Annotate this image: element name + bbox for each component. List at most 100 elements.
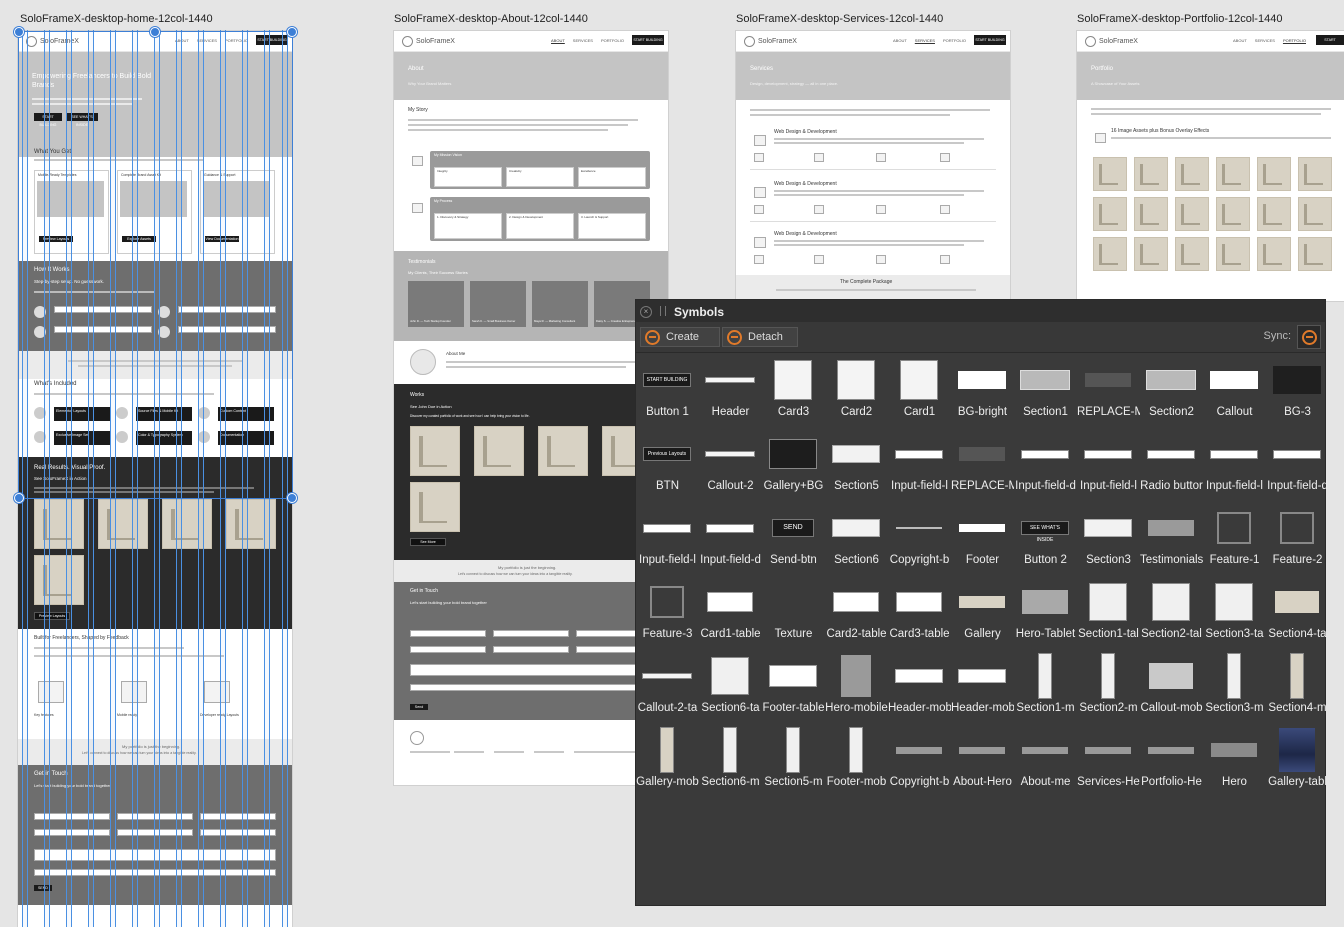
- symbol-item[interactable]: Callout: [1203, 354, 1266, 428]
- privacy-field[interactable]: [34, 869, 276, 876]
- close-icon[interactable]: ×: [640, 306, 652, 318]
- symbol-item[interactable]: Footer: [951, 502, 1014, 576]
- portfolio-logo[interactable]: SoloFrameX: [1085, 36, 1138, 47]
- drag-handle-icon[interactable]: [660, 306, 666, 316]
- send-button[interactable]: Send: [410, 704, 428, 710]
- artboard-title-portfolio[interactable]: SoloFrameX-desktop-Portfolio-12col-1440: [1077, 13, 1282, 25]
- artboard-about[interactable]: SoloFrameX ABOUT SERVICES PORTFOLIO STAR…: [394, 31, 668, 785]
- nav-about[interactable]: ABOUT: [1233, 38, 1247, 43]
- symbol-item[interactable]: Copyright-b: [888, 502, 951, 576]
- nav-cta-button[interactable]: START BUILDING: [974, 35, 1006, 45]
- artboard-title-home[interactable]: SoloFrameX-desktop-home-12col-1440: [20, 13, 213, 25]
- input-field[interactable]: [410, 646, 486, 653]
- symbol-item[interactable]: BG-3: [1266, 354, 1329, 428]
- symbol-item[interactable]: Gallery-tabl: [1266, 724, 1329, 798]
- symbol-item[interactable]: Header: [699, 354, 762, 428]
- symbol-item[interactable]: Callout-2-ta: [636, 650, 699, 724]
- symbol-item[interactable]: Texture: [762, 576, 825, 650]
- resize-handle[interactable]: [14, 27, 24, 37]
- message-field[interactable]: [34, 849, 276, 861]
- resize-handle[interactable]: [150, 27, 160, 37]
- symbol-item[interactable]: Section6-m: [699, 724, 762, 798]
- symbol-item[interactable]: Section3: [1077, 502, 1140, 576]
- nav-about[interactable]: ABOUT: [893, 38, 907, 43]
- symbol-item[interactable]: Hero-Tablet: [1014, 576, 1077, 650]
- resize-handle[interactable]: [14, 493, 24, 503]
- symbols-panel[interactable]: × Symbols Create Detach Sync: START BUIL…: [636, 300, 1328, 905]
- nav-services[interactable]: SERVICES: [573, 38, 593, 43]
- symbol-item[interactable]: Section6-ta: [699, 650, 762, 724]
- symbol-item[interactable]: Section5: [825, 428, 888, 502]
- proof-button[interactable]: Preview Layouts: [34, 612, 70, 620]
- symbol-item[interactable]: Footer-table: [762, 650, 825, 724]
- services-logo[interactable]: SoloFrameX: [744, 36, 797, 47]
- symbol-item[interactable]: BG-bright: [951, 354, 1014, 428]
- privacy-field[interactable]: [410, 684, 652, 691]
- artboard-portfolio[interactable]: SoloFrameX ABOUT SERVICES PORTFOLIO STAR…: [1077, 31, 1344, 301]
- symbol-item[interactable]: Section2-tal: [1140, 576, 1203, 650]
- symbol-item[interactable]: Card1-table: [699, 576, 762, 650]
- symbol-item[interactable]: Gallery: [951, 576, 1014, 650]
- symbol-item[interactable]: Callout-mob: [1140, 650, 1203, 724]
- selection-box[interactable]: [18, 31, 293, 499]
- see-more-button[interactable]: See More: [410, 538, 446, 546]
- symbol-item[interactable]: Section1-tal: [1077, 576, 1140, 650]
- input-field[interactable]: [493, 630, 569, 637]
- symbol-item[interactable]: Input-field-l: [888, 428, 951, 502]
- symbol-item[interactable]: Input-field-l: [1203, 428, 1266, 502]
- nav-portfolio[interactable]: PORTFOLIO: [1283, 38, 1306, 43]
- symbol-item[interactable]: REPLACE-M: [951, 428, 1014, 502]
- symbol-item[interactable]: Section4-ta: [1266, 576, 1329, 650]
- symbol-item[interactable]: Card2-table: [825, 576, 888, 650]
- symbol-item[interactable]: Input-field-d: [699, 502, 762, 576]
- symbol-item[interactable]: Hero-mobile: [825, 650, 888, 724]
- symbol-item[interactable]: Services-He: [1077, 724, 1140, 798]
- symbol-item[interactable]: Hero: [1203, 724, 1266, 798]
- nav-services[interactable]: SERVICES: [1255, 38, 1275, 43]
- input-field[interactable]: [117, 813, 193, 820]
- create-symbol-button[interactable]: Create: [640, 327, 720, 347]
- input-field[interactable]: [34, 813, 110, 820]
- symbol-item[interactable]: About-Hero: [951, 724, 1014, 798]
- input-field[interactable]: [200, 813, 276, 820]
- symbol-item[interactable]: Section1-m: [1014, 650, 1077, 724]
- symbol-item[interactable]: Input-field-d: [1266, 428, 1329, 502]
- symbol-item[interactable]: Portfolio-He: [1140, 724, 1203, 798]
- detach-symbol-button[interactable]: Detach: [722, 327, 798, 347]
- artboard-services[interactable]: SoloFrameX ABOUT SERVICES PORTFOLIO STAR…: [736, 31, 1010, 301]
- input-field[interactable]: [493, 646, 569, 653]
- input-field[interactable]: [117, 829, 193, 836]
- symbol-item[interactable]: Gallery+BG: [762, 428, 825, 502]
- symbol-item[interactable]: Card3-table: [888, 576, 951, 650]
- nav-services[interactable]: SERVICES: [915, 38, 935, 43]
- symbol-item[interactable]: Header-mob: [888, 650, 951, 724]
- artboard-title-services[interactable]: SoloFrameX-desktop-Services-12col-1440: [736, 13, 943, 25]
- nav-portfolio[interactable]: PORTFOLIO: [601, 38, 624, 43]
- send-button[interactable]: SEND: [34, 885, 52, 891]
- symbol-item[interactable]: Copyright-b: [888, 724, 951, 798]
- symbol-item[interactable]: SEE WHAT'S INSIDE Button 2: [1014, 502, 1077, 576]
- symbols-panel-titlebar[interactable]: × Symbols: [636, 300, 1325, 322]
- input-field[interactable]: [34, 829, 110, 836]
- symbol-item[interactable]: Input-field-l: [636, 502, 699, 576]
- nav-cta-button[interactable]: START BUILDING: [632, 35, 664, 45]
- symbol-item[interactable]: Testimonials: [1140, 502, 1203, 576]
- artboard-title-about[interactable]: SoloFrameX-desktop-About-12col-1440: [394, 13, 588, 25]
- symbol-item[interactable]: Section4-m: [1266, 650, 1329, 724]
- symbol-item[interactable]: Feature-3: [636, 576, 699, 650]
- symbol-item[interactable]: Section1: [1014, 354, 1077, 428]
- symbol-item[interactable]: Section3-m: [1203, 650, 1266, 724]
- symbol-item[interactable]: Footer-mob: [825, 724, 888, 798]
- symbol-item[interactable]: Radio buttor: [1140, 428, 1203, 502]
- symbol-item[interactable]: Feature-2: [1266, 502, 1329, 576]
- resize-handle[interactable]: [287, 493, 297, 503]
- nav-cta-button[interactable]: START BUILDING: [1316, 35, 1344, 52]
- about-logo[interactable]: SoloFrameX: [402, 36, 455, 47]
- symbol-item[interactable]: REPLACE-M: [1077, 354, 1140, 428]
- symbol-item[interactable]: About-me: [1014, 724, 1077, 798]
- symbol-item[interactable]: Input-field-l: [1077, 428, 1140, 502]
- symbol-item[interactable]: Section6: [825, 502, 888, 576]
- symbol-item[interactable]: Card1: [888, 354, 951, 428]
- symbol-item[interactable]: Card2: [825, 354, 888, 428]
- nav-portfolio[interactable]: PORTFOLIO: [943, 38, 966, 43]
